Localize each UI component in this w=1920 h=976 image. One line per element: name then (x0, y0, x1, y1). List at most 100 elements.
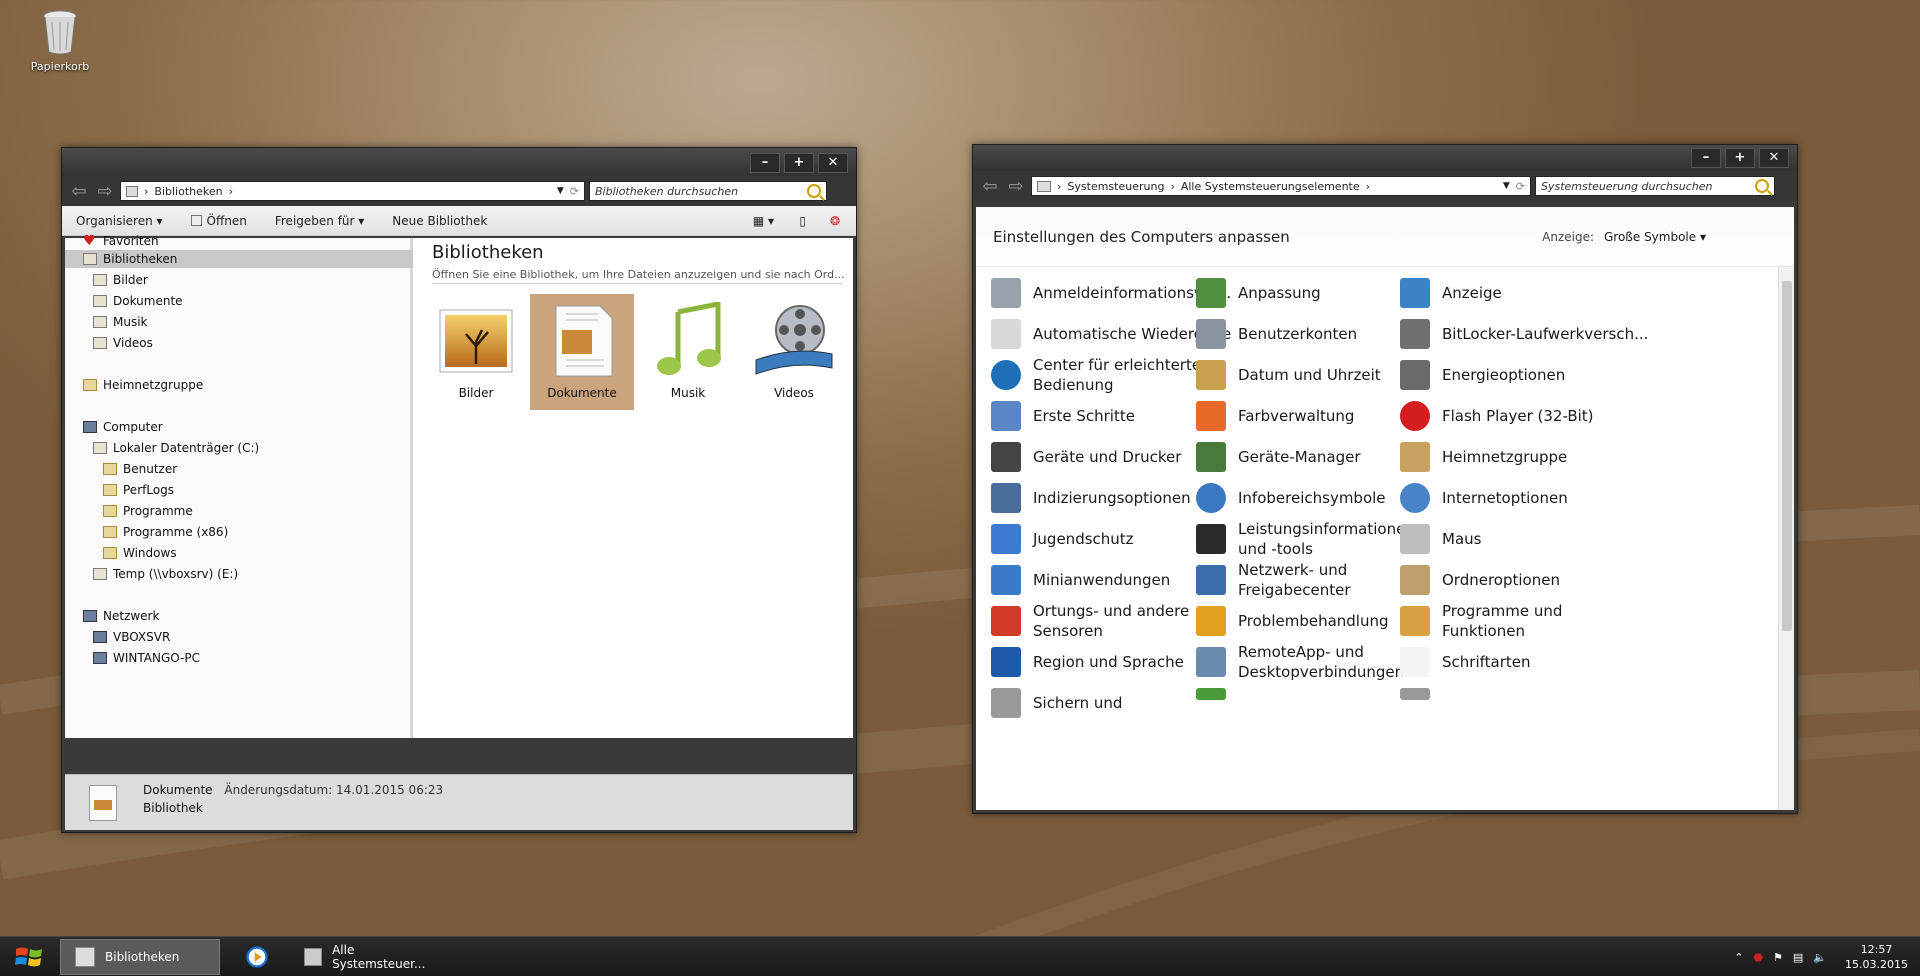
details-modified: Änderungsdatum: 14.01.2015 06:23 (224, 783, 444, 797)
remoteapp-icon (1196, 647, 1226, 677)
nav-music[interactable]: Musik (93, 313, 148, 331)
security-shield-icon[interactable]: ⬣ (1753, 951, 1763, 964)
library-item-music[interactable]: Musik (636, 294, 740, 410)
search-icon[interactable] (807, 184, 821, 198)
nav-perflogs[interactable]: PerfLogs (103, 481, 174, 499)
nav-pictures[interactable]: Bilder (93, 271, 148, 289)
nav-windows[interactable]: Windows (103, 544, 177, 562)
search-input[interactable]: Bibliotheken durchsuchen (589, 181, 827, 201)
region-language-icon (991, 647, 1021, 677)
breadcrumb-libraries[interactable]: Bibliotheken (154, 185, 222, 198)
nav-homegroup[interactable]: Heimnetzgruppe (83, 376, 203, 394)
clock-icon (1196, 360, 1226, 390)
nav-computer[interactable]: Computer (83, 418, 163, 436)
search-input[interactable]: Systemsteuerung durchsuchen (1535, 176, 1775, 196)
nav-favorites[interactable]: ♥ Favoriten (83, 232, 159, 250)
address-dropdown-icon[interactable]: ▼ (1503, 181, 1510, 191)
volume-muted-icon[interactable]: 🔈 (1813, 951, 1827, 964)
control-panel-titlebar[interactable]: – + ✕ (973, 145, 1797, 171)
maximize-button[interactable]: + (784, 153, 814, 173)
clock[interactable]: 12:57 15.03.2015 (1845, 942, 1908, 972)
start-button[interactable] (6, 939, 52, 975)
breadcrumb-sep-icon: › (1057, 179, 1062, 193)
nav-users[interactable]: Benutzer (103, 460, 177, 478)
control-panel-item[interactable]: Schriftarten (1400, 638, 1650, 686)
network-tray-icon[interactable]: ▤ (1793, 951, 1803, 964)
library-icon (126, 185, 138, 197)
library-item-pictures[interactable]: Bilder (424, 294, 528, 410)
action-center-flag-icon[interactable]: ⚑ (1773, 951, 1783, 964)
minimize-button[interactable]: – (750, 153, 780, 173)
library-item-documents[interactable]: Dokumente (530, 294, 634, 410)
close-button[interactable]: ✕ (818, 153, 848, 173)
address-bar[interactable]: › Bibliotheken › ▼ ⟳ (120, 181, 585, 201)
nav-wintango-pc[interactable]: WINTANGO-PC (93, 649, 200, 667)
vertical-scrollbar[interactable] (1778, 267, 1794, 810)
search-icon[interactable] (1755, 179, 1769, 193)
breadcrumb-control-panel[interactable]: Systemsteuerung (1067, 180, 1164, 193)
back-arrow-icon[interactable]: ⇦ (68, 181, 90, 202)
documents-thumbnail-icon (542, 302, 622, 380)
parental-controls-icon (991, 524, 1021, 554)
address-dropdown-icon[interactable]: ▼ (557, 186, 564, 196)
nav-network[interactable]: Netzwerk (83, 607, 159, 625)
nav-videos[interactable]: Videos (93, 334, 153, 352)
scrollbar-thumb[interactable] (1782, 281, 1792, 631)
nav-vboxsvr[interactable]: VBOXSVR (93, 628, 170, 646)
forward-arrow-icon[interactable]: ⇨ (1005, 176, 1027, 197)
nav-libraries[interactable]: Bibliotheken (83, 250, 177, 268)
explorer-body: ♥ Favoriten Bibliotheken Bilder Dokumente… (65, 234, 853, 738)
explorer-titlebar[interactable]: – + ✕ (62, 148, 856, 176)
library-icon (83, 253, 97, 265)
view-value: Große Symbole ▾ (1604, 230, 1706, 244)
page-title: Bibliotheken (432, 242, 544, 263)
breadcrumb-all-items[interactable]: Alle Systemsteuerungselemente (1181, 180, 1360, 193)
view-selector[interactable]: Anzeige: Große Symbole ▾ (1542, 230, 1706, 244)
control-panel-item-label: Minianwendungen (1033, 571, 1171, 589)
control-panel-icon (304, 948, 323, 966)
organize-button[interactable]: Organisieren ▾ (76, 214, 163, 228)
recycle-bin-label: Papierkorb (30, 60, 90, 73)
folder-icon (103, 547, 117, 559)
new-library-button[interactable]: Neue Bibliothek (392, 214, 487, 228)
view-label: Anzeige: (1542, 230, 1594, 244)
taskbar-item-control-panel[interactable]: Alle Systemsteuer... (290, 939, 442, 975)
library-icon (75, 947, 95, 967)
address-bar[interactable]: › Systemsteuerung › Alle Systemsteuerung… (1031, 176, 1531, 196)
control-panel-item-label: Flash Player (32-Bit) (1442, 407, 1594, 425)
recycle-bin[interactable]: Papierkorb (22, 8, 98, 73)
close-button[interactable]: ✕ (1759, 148, 1789, 168)
control-panel-item[interactable]: Sichern und (991, 679, 1241, 727)
refresh-icon[interactable]: ⟳ (570, 185, 579, 198)
help-icon[interactable]: ❂ (830, 214, 840, 228)
control-panel-item-label: Region und Sprache (1033, 653, 1184, 671)
taskbar-media-player[interactable] (232, 939, 282, 975)
taskbar-item-libraries[interactable]: Bibliotheken (60, 939, 220, 975)
nav-drive-c[interactable]: Lokaler Datenträger (C:) (93, 439, 259, 457)
open-button[interactable]: Öffnen (190, 214, 247, 228)
color-management-icon (1196, 401, 1226, 431)
view-options-icon[interactable]: ▦ ▾ (753, 214, 774, 228)
library-item-videos[interactable]: Videos (742, 294, 846, 410)
nav-documents[interactable]: Dokumente (93, 292, 183, 310)
recycle-bin-icon (40, 8, 80, 56)
share-button[interactable]: Freigeben für ▾ (275, 214, 364, 228)
forward-arrow-icon[interactable]: ⇨ (94, 181, 116, 202)
back-arrow-icon[interactable]: ⇦ (979, 176, 1001, 197)
control-panel-body: Einstellungen des Computers anpassen Anz… (976, 207, 1794, 810)
control-panel-item-label: Datum und Uhrzeit (1238, 366, 1381, 384)
breadcrumb-sep-icon: › (228, 184, 234, 198)
bitlocker-icon (1400, 319, 1430, 349)
videos-icon (93, 337, 107, 349)
show-hidden-icons-icon[interactable]: ⌃ (1734, 951, 1743, 964)
computer-icon (93, 631, 107, 643)
nav-programs-x86[interactable]: Programme (x86) (103, 523, 228, 541)
nav-temp-drive[interactable]: Temp (\\vboxsrv) (E:) (93, 565, 238, 583)
refresh-icon[interactable]: ⟳ (1516, 180, 1525, 193)
preview-pane-icon[interactable]: ▯ (799, 214, 806, 228)
page-title: Einstellungen des Computers anpassen (993, 228, 1290, 246)
indexing-icon (991, 483, 1021, 513)
minimize-button[interactable]: – (1691, 148, 1721, 168)
nav-programs[interactable]: Programme (103, 502, 193, 520)
maximize-button[interactable]: + (1725, 148, 1755, 168)
